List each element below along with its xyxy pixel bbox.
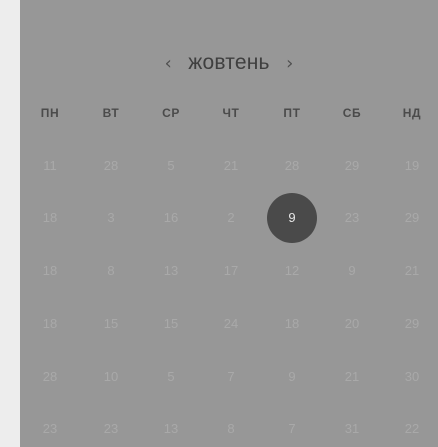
- day-cell[interactable]: 20: [327, 299, 377, 349]
- day-cell[interactable]: 30: [387, 352, 437, 402]
- day-cell[interactable]: 29: [327, 141, 377, 191]
- day-cell[interactable]: 8: [86, 246, 136, 296]
- day-cell[interactable]: 24: [206, 299, 256, 349]
- day-cell[interactable]: 23: [327, 193, 377, 243]
- day-cell[interactable]: 28: [25, 352, 75, 402]
- day-cell[interactable]: 18: [25, 193, 75, 243]
- day-cell[interactable]: 7: [267, 404, 317, 447]
- day-cell[interactable]: 29: [387, 299, 437, 349]
- day-cell[interactable]: 9: [267, 352, 317, 402]
- day-cell[interactable]: 23: [25, 404, 75, 447]
- day-cell[interactable]: 7: [206, 352, 256, 402]
- day-cell[interactable]: 21: [327, 352, 377, 402]
- day-cell[interactable]: 23: [86, 404, 136, 447]
- day-cell[interactable]: 9: [327, 246, 377, 296]
- day-cell[interactable]: 15: [146, 299, 196, 349]
- day-cell[interactable]: 21: [387, 246, 437, 296]
- day-cell[interactable]: 11: [25, 141, 75, 191]
- app-window: ‹ жовтень › ПН ВТ СР ЧТ ПТ СБ НД 11 28 5 21…: [0, 0, 438, 447]
- day-cell[interactable]: 28: [267, 141, 317, 191]
- day-cell[interactable]: 12: [267, 246, 317, 296]
- day-cell[interactable]: 10: [86, 352, 136, 402]
- day-cell[interactable]: 28: [86, 141, 136, 191]
- day-cell[interactable]: 16: [146, 193, 196, 243]
- day-cell[interactable]: 13: [146, 404, 196, 447]
- day-cell[interactable]: 22: [387, 404, 437, 447]
- day-cell[interactable]: 3: [86, 193, 136, 243]
- day-cell[interactable]: 5: [146, 352, 196, 402]
- day-cell[interactable]: 29: [387, 193, 437, 243]
- calendar-panel: ‹ жовтень › ПН ВТ СР ЧТ ПТ СБ НД 11 28 5 21…: [20, 0, 438, 447]
- day-cell[interactable]: 5: [146, 141, 196, 191]
- day-cell[interactable]: 18: [25, 299, 75, 349]
- day-cell[interactable]: 19: [387, 141, 437, 191]
- day-cell[interactable]: 21: [206, 141, 256, 191]
- day-grid: 11 28 5 21 28 29 19 18 3 16 2 9 23 29 18 8 13 17 12 9 21 18 15…: [20, 0, 438, 447]
- day-cell[interactable]: 18: [267, 299, 317, 349]
- day-cell[interactable]: 2: [206, 193, 256, 243]
- day-cell[interactable]: 18: [25, 246, 75, 296]
- day-cell[interactable]: 17: [206, 246, 256, 296]
- day-cell[interactable]: 31: [327, 404, 377, 447]
- selected-day-cell[interactable]: 9: [267, 193, 317, 243]
- day-cell[interactable]: 8: [206, 404, 256, 447]
- day-cell[interactable]: 13: [146, 246, 196, 296]
- day-cell[interactable]: 15: [86, 299, 136, 349]
